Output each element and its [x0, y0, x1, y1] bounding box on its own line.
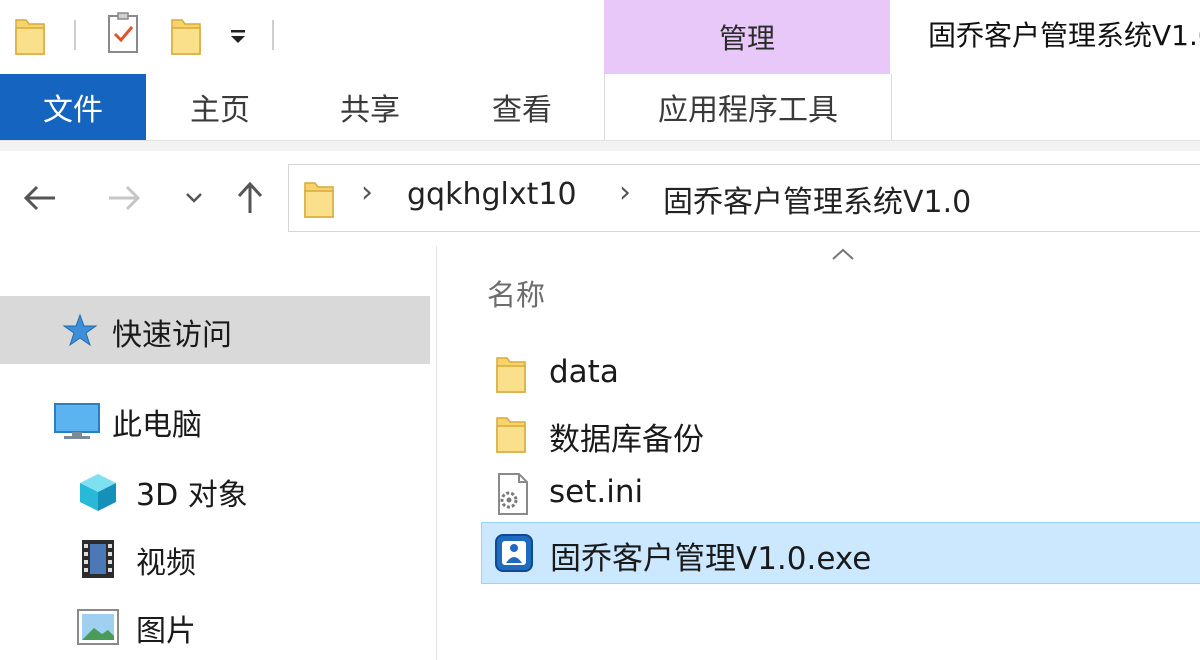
star-icon	[62, 313, 98, 347]
tab-file[interactable]: 文件	[0, 74, 146, 140]
title-bar: 管理 固乔客户管理系统V1.0	[0, 0, 1200, 74]
arrow-left-icon	[23, 185, 55, 211]
breadcrumb-item[interactable]: 固乔客户管理系统V1.0	[663, 177, 971, 221]
arrow-right-icon	[109, 185, 141, 211]
folder-icon	[303, 177, 335, 219]
pictures-icon	[77, 609, 119, 645]
arrow-up-icon	[237, 181, 263, 213]
navigation-pane: 快速访问 此电脑 3D 对象 视频 图片	[0, 246, 436, 660]
file-name: 数据库备份	[549, 422, 704, 458]
list-item[interactable]: 数据库备份	[481, 406, 1200, 462]
sort-ascending-icon	[832, 248, 854, 260]
application-icon	[495, 534, 533, 572]
nav-item-label: 视频	[136, 546, 196, 581]
navigation-bar: › gqkhglxt10 › 固乔客户管理系统V1.0	[0, 150, 1200, 246]
nav-item-3d-objects[interactable]: 3D 对象	[0, 456, 430, 524]
address-bar[interactable]: › gqkhglxt10 › 固乔客户管理系统V1.0	[288, 164, 1200, 232]
nav-item-label: 快速访问	[112, 318, 232, 353]
nav-item-label: 此电脑	[112, 408, 202, 443]
folder-icon	[495, 412, 527, 454]
nav-item-quick-access[interactable]: 快速访问	[0, 296, 430, 364]
ribbon-tabs: 文件 主页 共享 查看 应用程序工具	[0, 74, 1200, 140]
properties-icon[interactable]	[104, 12, 144, 56]
nav-item-videos[interactable]: 视频	[0, 524, 430, 592]
list-item[interactable]: set.ini	[481, 466, 1200, 522]
toolbar-separator	[272, 20, 274, 50]
file-name: 固乔客户管理V1.0.exe	[550, 541, 872, 577]
context-tab-group-manage: 管理	[604, 0, 890, 74]
tab-share[interactable]: 共享	[310, 74, 430, 140]
folder-icon	[495, 352, 527, 394]
file-name: data	[549, 354, 619, 390]
file-name: set.ini	[549, 474, 644, 510]
breadcrumb-item[interactable]: gqkhglxt10	[407, 177, 577, 212]
tab-application-tools[interactable]: 应用程序工具	[604, 74, 892, 140]
computer-icon	[54, 403, 100, 439]
settings-file-icon	[498, 473, 528, 515]
tab-view[interactable]: 查看	[462, 74, 582, 140]
column-header-name[interactable]: 名称	[487, 272, 545, 314]
up-button[interactable]	[228, 176, 272, 220]
file-list: 名称 data 数据库备份 set.ini 固乔客户管理V1.0.exe	[437, 246, 1200, 660]
nav-item-label: 3D 对象	[136, 478, 248, 513]
recent-locations-button[interactable]	[172, 176, 216, 220]
nav-item-pictures[interactable]: 图片	[0, 592, 430, 660]
list-item-selected[interactable]: 固乔客户管理V1.0.exe	[481, 522, 1200, 584]
tab-home[interactable]: 主页	[160, 74, 280, 140]
nav-item-this-pc[interactable]: 此电脑	[0, 386, 430, 454]
breadcrumb-chevron-icon[interactable]: ›	[619, 175, 631, 210]
list-item[interactable]: data	[481, 346, 1200, 402]
3d-objects-icon	[80, 474, 116, 511]
toolbar-separator	[74, 20, 76, 50]
nav-item-label: 图片	[136, 614, 196, 649]
forward-button[interactable]	[102, 176, 146, 220]
chevron-down-icon	[186, 193, 202, 203]
back-button[interactable]	[18, 176, 62, 220]
folder-icon	[14, 14, 46, 56]
new-folder-icon[interactable]	[170, 14, 202, 56]
window-title: 固乔客户管理系统V1.0	[928, 19, 1200, 52]
customize-toolbar-icon[interactable]	[226, 24, 250, 48]
breadcrumb-chevron-icon[interactable]: ›	[361, 175, 373, 210]
video-icon	[82, 540, 114, 578]
